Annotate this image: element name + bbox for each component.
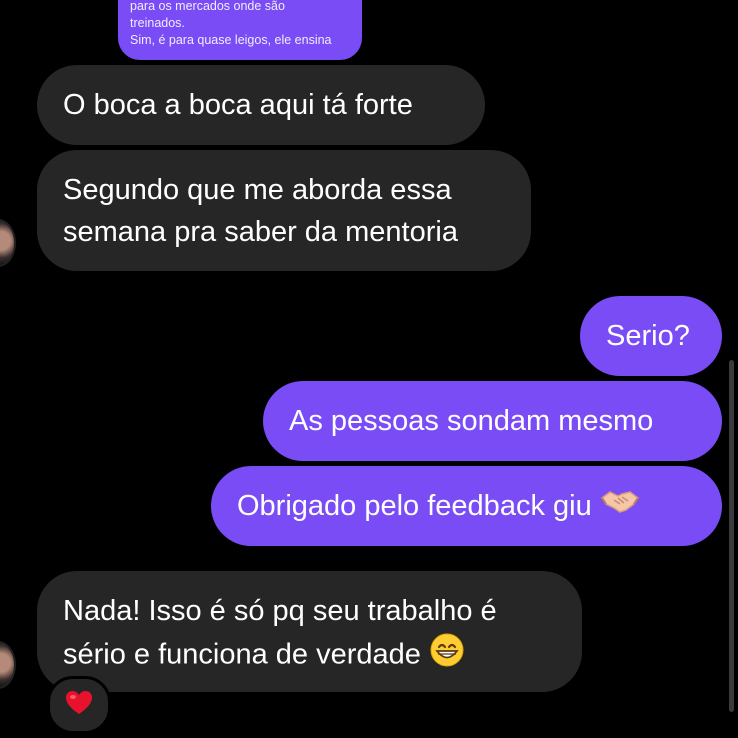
reply-preview-line: treinados. — [130, 16, 185, 30]
message-text: Nada! Isso é só pq seu trabalho é — [63, 595, 497, 627]
reply-preview-line: para os mercados onde são — [130, 0, 285, 13]
reply-preview-line: Sim, é para quase leigos, ele ensina — [130, 33, 332, 47]
contact-avatar[interactable] — [0, 219, 16, 267]
reaction-badge[interactable] — [47, 676, 111, 734]
message-line: sério e funciona de verdade — [63, 632, 556, 680]
message-text: sério e funciona de verdade — [63, 638, 421, 671]
message-text: Obrigado pelo feedback giu — [237, 490, 592, 522]
red-heart-icon — [65, 690, 93, 721]
message-text: As pessoas sondam mesmo — [289, 405, 654, 437]
incoming-message-bubble[interactable]: Segundo que me aborda essa semana pra sa… — [37, 150, 531, 271]
message-text: O boca a boca aqui tá forte — [63, 89, 413, 121]
grinning-face-icon — [429, 632, 465, 680]
message-text: semana pra saber da mentoria — [63, 216, 458, 248]
incoming-message-bubble[interactable]: O boca a boca aqui tá forte — [37, 65, 485, 145]
outgoing-message-bubble[interactable]: Serio? — [580, 296, 722, 376]
message-text: Serio? — [606, 320, 690, 352]
message-line: Obrigado pelo feedback giu — [237, 485, 696, 528]
scrollbar[interactable] — [729, 360, 734, 712]
message-text: Segundo que me aborda essa — [63, 174, 452, 206]
contact-avatar[interactable] — [0, 641, 16, 689]
reply-preview-bubble[interactable]: para os mercados onde são treinados. Sim… — [118, 0, 362, 60]
handshake-icon — [600, 486, 640, 528]
outgoing-message-bubble[interactable]: Obrigado pelo feedback giu — [211, 466, 722, 546]
outgoing-message-bubble[interactable]: As pessoas sondam mesmo — [263, 381, 722, 461]
incoming-message-bubble[interactable]: Nada! Isso é só pq seu trabalho é sério … — [37, 571, 582, 692]
